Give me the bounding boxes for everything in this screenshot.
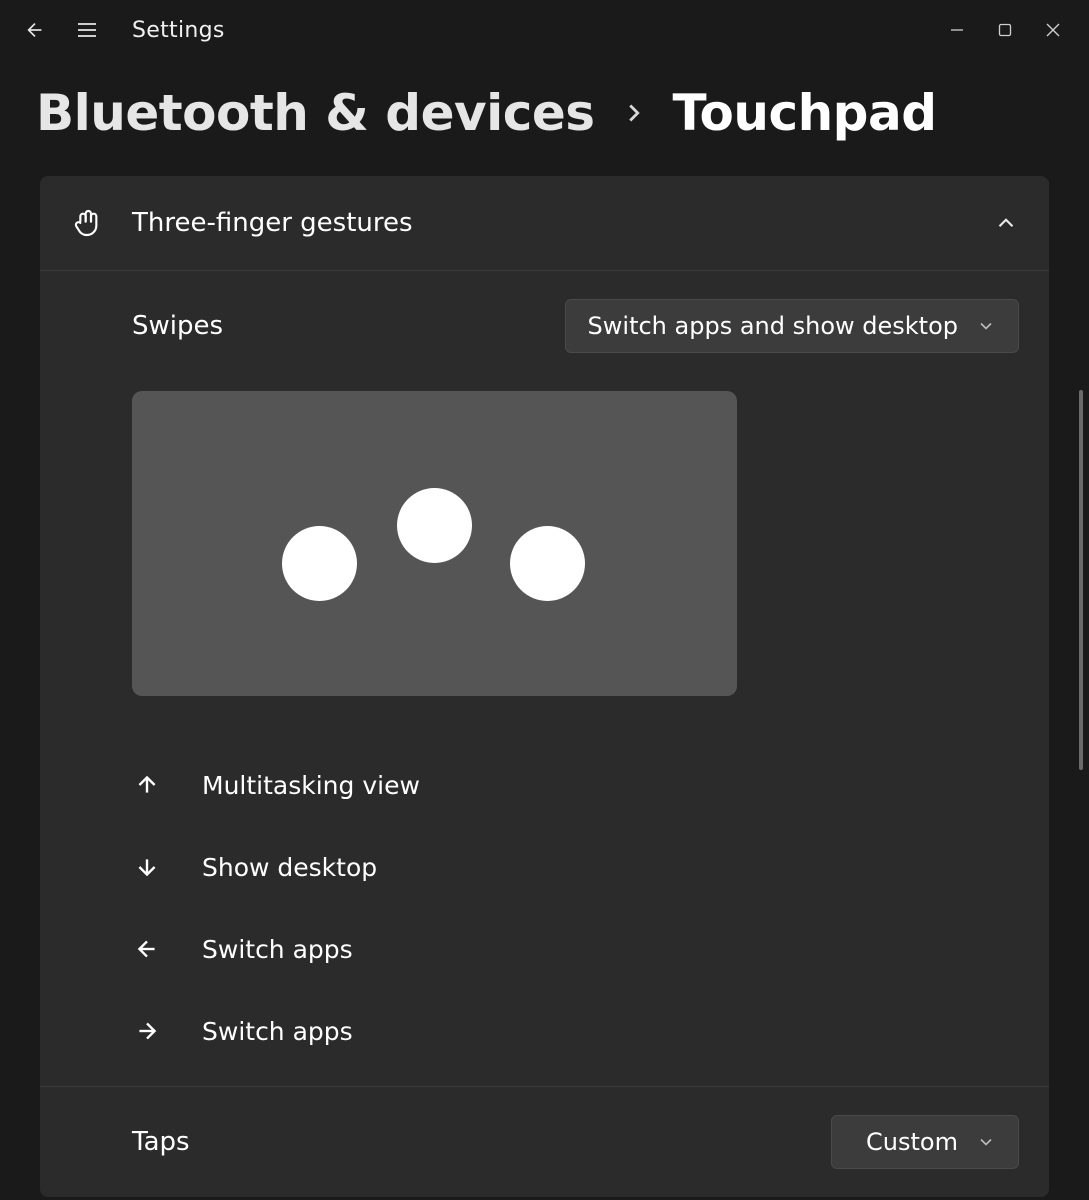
gesture-down-label: Show desktop — [202, 853, 377, 882]
menu-button[interactable] — [64, 7, 110, 53]
window-controls — [933, 10, 1077, 50]
section-title: Three-finger gestures — [132, 208, 965, 238]
arrow-up-icon — [132, 770, 162, 800]
swipes-label: Swipes — [70, 311, 545, 341]
taps-select-value: Custom — [866, 1128, 958, 1156]
breadcrumb-parent[interactable]: Bluetooth & devices — [36, 84, 595, 142]
swipes-row: Swipes Switch apps and show desktop — [70, 271, 1019, 381]
swipes-select-value: Switch apps and show desktop — [588, 312, 958, 340]
swipes-select[interactable]: Switch apps and show desktop — [565, 299, 1019, 353]
arrow-left-icon — [132, 934, 162, 964]
taps-select[interactable]: Custom — [831, 1115, 1019, 1169]
gesture-up: Multitasking view — [132, 744, 1019, 826]
finger-dot — [510, 526, 585, 601]
maximize-button[interactable] — [981, 10, 1029, 50]
arrow-down-icon — [132, 852, 162, 882]
gesture-preview — [132, 391, 737, 696]
gesture-left: Switch apps — [132, 908, 1019, 990]
breadcrumb-bar: Bluetooth & devices Touchpad — [0, 60, 1089, 176]
finger-dot — [397, 488, 472, 563]
gesture-right: Switch apps — [132, 990, 1019, 1072]
chevron-right-icon — [619, 98, 649, 128]
settings-panel: Three-finger gestures Swipes Switch apps… — [40, 176, 1049, 1197]
gesture-down: Show desktop — [132, 826, 1019, 908]
back-button[interactable] — [12, 7, 58, 53]
gesture-list: Multitasking view Show desktop Switch ap… — [70, 722, 1019, 1072]
chevron-up-icon — [993, 210, 1019, 236]
taps-row: Taps Custom — [70, 1087, 1019, 1197]
section-three-finger-gestures[interactable]: Three-finger gestures — [40, 176, 1049, 271]
gesture-right-label: Switch apps — [202, 1017, 353, 1046]
hand-icon — [70, 206, 104, 240]
title-bar-left: Settings — [12, 7, 225, 53]
gesture-left-label: Switch apps — [202, 935, 353, 964]
section-body: Swipes Switch apps and show desktop Mult… — [40, 271, 1049, 1197]
minimize-button[interactable] — [933, 10, 981, 50]
app-title: Settings — [132, 18, 225, 43]
close-button[interactable] — [1029, 10, 1077, 50]
arrow-right-icon — [132, 1016, 162, 1046]
breadcrumb-current: Touchpad — [673, 84, 937, 142]
scrollbar-thumb[interactable] — [1079, 390, 1083, 770]
finger-dot — [282, 526, 357, 601]
gesture-up-label: Multitasking view — [202, 771, 420, 800]
taps-label: Taps — [70, 1127, 811, 1157]
chevron-down-icon — [976, 1132, 996, 1152]
chevron-down-icon — [976, 316, 996, 336]
title-bar: Settings — [0, 0, 1089, 60]
